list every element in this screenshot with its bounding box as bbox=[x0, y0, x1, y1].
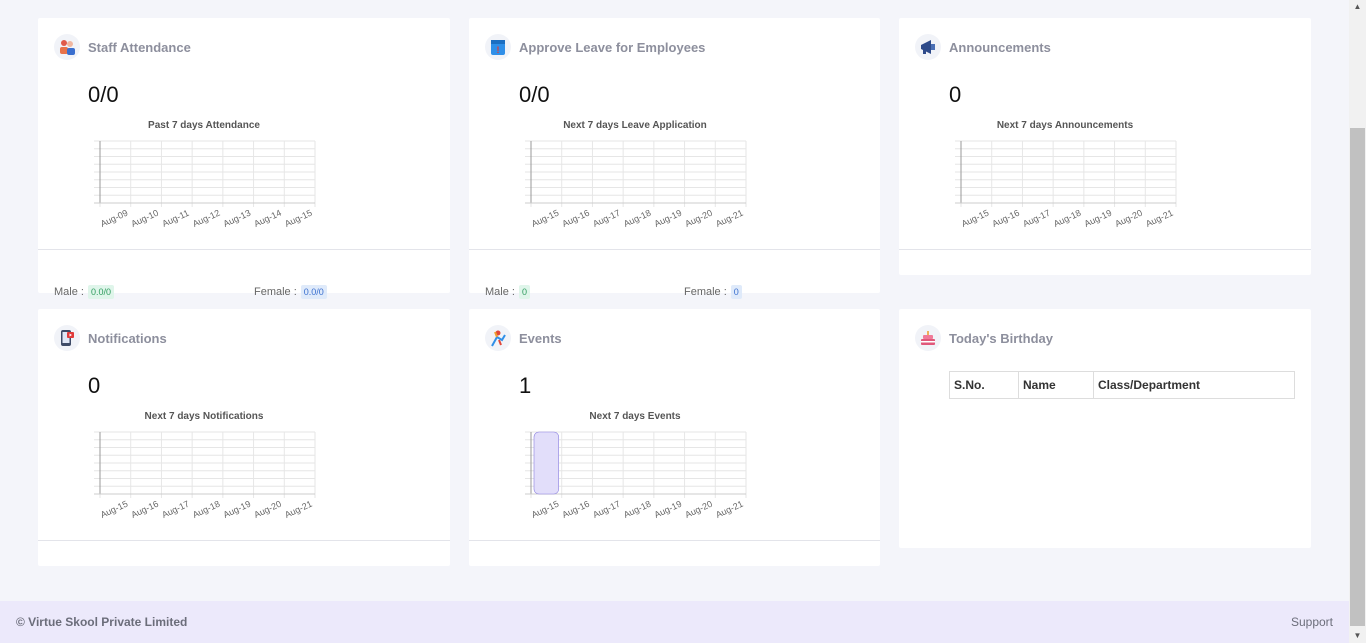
x-tick-label: Aug-09 bbox=[99, 208, 130, 229]
x-tick-label: Aug-16 bbox=[561, 208, 592, 229]
female-label: Female : bbox=[254, 286, 297, 298]
divider bbox=[469, 249, 880, 250]
x-tick-label: Aug-15 bbox=[530, 499, 561, 520]
column-header-sno: S.No. bbox=[949, 371, 1019, 399]
x-tick-label: Aug-15 bbox=[99, 499, 130, 520]
x-tick-label: Aug-20 bbox=[1113, 208, 1144, 229]
x-tick-label: Aug-13 bbox=[222, 208, 253, 229]
x-tick-label: Aug-18 bbox=[622, 208, 653, 229]
copyright-text: © Virtue Skool Private Limited bbox=[16, 615, 188, 629]
x-tick-label: Aug-12 bbox=[191, 208, 222, 229]
x-tick-label: Aug-19 bbox=[653, 499, 684, 520]
x-tick-label: Aug-19 bbox=[1083, 208, 1114, 229]
male-stat: Male : 0.0/0 bbox=[54, 285, 114, 299]
chart-title: Past 7 days Attendance bbox=[148, 120, 260, 131]
column-header-class: Class/Department bbox=[1093, 371, 1295, 399]
male-badge: 0.0/0 bbox=[87, 285, 114, 299]
male-label: Male : bbox=[485, 286, 515, 298]
x-tick-label: Aug-19 bbox=[653, 208, 684, 229]
x-tick-label: Aug-18 bbox=[622, 499, 653, 520]
birthday-card: Today's Birthday S.No. Name Class/Depart… bbox=[899, 309, 1311, 548]
divider bbox=[899, 249, 1311, 250]
x-tick-label: Aug-15 bbox=[530, 208, 561, 229]
support-link[interactable]: Support bbox=[1291, 615, 1333, 629]
scroll-up-arrow[interactable]: ▲ bbox=[1349, 0, 1366, 14]
x-tick-label: Aug-18 bbox=[1052, 208, 1083, 229]
page-footer: © Virtue Skool Private Limited Support bbox=[0, 601, 1349, 643]
x-tick-label: Aug-17 bbox=[160, 499, 191, 520]
male-stat: Male : 0 bbox=[485, 285, 530, 299]
table-header-row: S.No. Name Class/Department bbox=[949, 371, 1295, 399]
column-header-name: Name bbox=[1018, 371, 1094, 399]
notifications-count: 0 bbox=[88, 373, 101, 398]
male-badge: 0 bbox=[518, 285, 530, 299]
card-title: Today's Birthday bbox=[949, 330, 1053, 346]
card-title: Announcements bbox=[949, 39, 1051, 55]
x-tick-label: Aug-18 bbox=[191, 499, 222, 520]
x-tick-label: Aug-21 bbox=[714, 499, 745, 520]
card-title: Approve Leave for Employees bbox=[519, 39, 706, 55]
x-tick-label: Aug-16 bbox=[561, 499, 592, 520]
female-badge: 0.0/0 bbox=[300, 285, 327, 299]
x-tick-label: Aug-16 bbox=[130, 499, 161, 520]
chart-bar bbox=[533, 431, 560, 495]
notifications-card: Notifications 0 Next 7 days Notification… bbox=[38, 309, 450, 566]
megaphone-icon bbox=[915, 34, 941, 60]
announcements-chart: Next 7 days AnnouncementsAug-15 Aug-16 Aug… bbox=[955, 120, 1177, 229]
approve-leave-card: ! Approve Leave for Employees 0/0 Next 7… bbox=[469, 18, 880, 299]
scrollbar-thumb[interactable] bbox=[1350, 128, 1365, 626]
chart-title: Next 7 days Notifications bbox=[145, 411, 264, 422]
x-tick-label: Aug-21 bbox=[1144, 208, 1175, 229]
female-badge: 0 bbox=[730, 285, 742, 299]
birthday-table: S.No. Name Class/Department bbox=[949, 371, 1295, 399]
x-tick-label: Aug-17 bbox=[1021, 208, 1052, 229]
chart-title: Next 7 days Leave Application bbox=[563, 120, 707, 131]
attendance-count: 0/0 bbox=[88, 82, 119, 107]
divider bbox=[38, 249, 450, 250]
card-title: Staff Attendance bbox=[88, 39, 191, 55]
attendance-chart: Past 7 days Attendance Aug-09 Aug-10 Aug-11… bbox=[94, 120, 316, 229]
notifications-chart: Next 7 days NotificationsAug-15 Aug-16 Aug… bbox=[94, 411, 316, 520]
female-label: Female : bbox=[684, 286, 727, 298]
chart-title: Next 7 days Events bbox=[589, 411, 681, 422]
x-tick-label: Aug-20 bbox=[683, 208, 714, 229]
scroll-down-arrow[interactable]: ▼ bbox=[1349, 629, 1366, 643]
leave-count: 0/0 bbox=[519, 82, 550, 107]
leave-chart: Next 7 days Leave ApplicationAug-15 Aug-1… bbox=[525, 120, 747, 229]
x-tick-label: Aug-20 bbox=[683, 499, 714, 520]
x-tick-label: Aug-21 bbox=[283, 499, 314, 520]
divider bbox=[38, 540, 450, 541]
announcements-card: Announcements 0 Next 7 days Announcement… bbox=[899, 18, 1311, 275]
events-chart: Next 7 days EventsAug-15 Aug-16 Aug-17 Aug-… bbox=[525, 411, 747, 520]
x-tick-label: Aug-16 bbox=[991, 208, 1022, 229]
x-tick-label: Aug-15 bbox=[283, 208, 314, 229]
events-count: 1 bbox=[519, 373, 532, 398]
x-tick-label: Aug-17 bbox=[591, 208, 622, 229]
event-icon bbox=[485, 325, 511, 351]
staff-attendance-icon bbox=[54, 34, 80, 60]
phone-notification-icon bbox=[54, 325, 80, 351]
vertical-scrollbar[interactable]: ▲ ▼ bbox=[1349, 0, 1366, 643]
x-tick-label: Aug-10 bbox=[130, 208, 161, 229]
x-tick-label: Aug-15 bbox=[960, 208, 991, 229]
x-tick-label: Aug-17 bbox=[591, 499, 622, 520]
x-tick-label: Aug-14 bbox=[252, 208, 283, 229]
x-tick-label: Aug-21 bbox=[714, 208, 745, 229]
x-tick-label: Aug-11 bbox=[161, 208, 191, 229]
card-title: Events bbox=[519, 330, 562, 346]
events-card: Events 1 Next 7 days Events Aug-15 Aug-16 A… bbox=[469, 309, 880, 566]
announcements-count: 0 bbox=[949, 82, 962, 107]
divider bbox=[469, 540, 880, 541]
birthday-cake-icon bbox=[915, 325, 941, 351]
chart-title: Next 7 days Announcements bbox=[997, 120, 1134, 131]
staff-attendance-card: Staff Attendance 0/0 Past 7 days Attenda… bbox=[38, 18, 450, 299]
x-tick-label: Aug-20 bbox=[252, 499, 283, 520]
leave-calendar-icon: ! bbox=[485, 34, 511, 60]
svg-text:!: ! bbox=[497, 45, 500, 55]
female-stat: Female : 0 bbox=[684, 285, 742, 299]
female-stat: Female : 0.0/0 bbox=[254, 285, 327, 299]
card-title: Notifications bbox=[88, 330, 167, 346]
x-tick-label: Aug-19 bbox=[222, 499, 253, 520]
male-label: Male : bbox=[54, 286, 84, 298]
